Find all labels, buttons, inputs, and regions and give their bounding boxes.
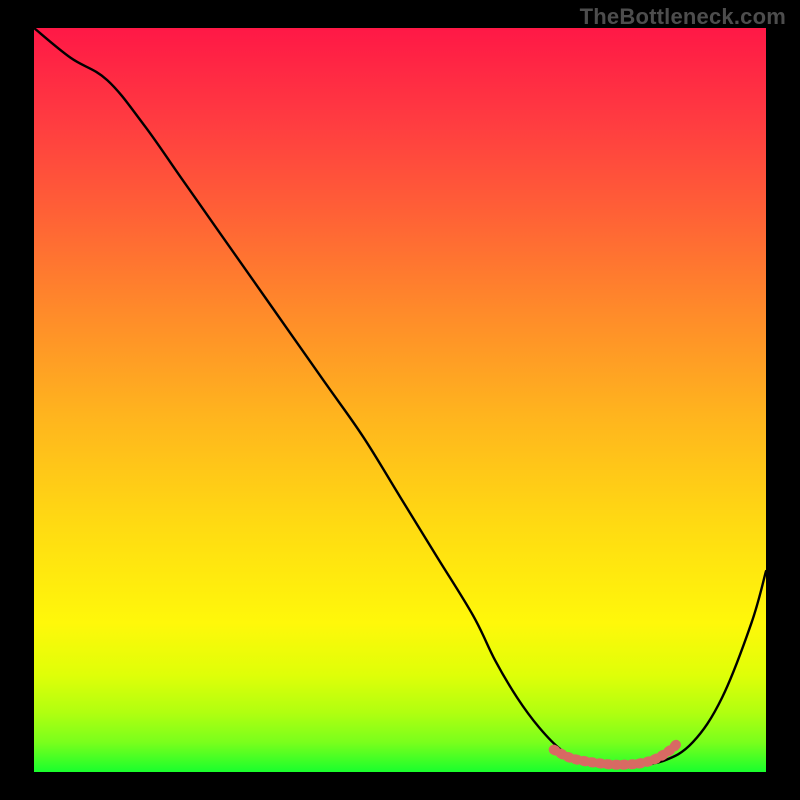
chart-frame: TheBottleneck.com	[0, 0, 800, 800]
watermark-text: TheBottleneck.com	[580, 4, 786, 30]
curve-layer	[34, 28, 766, 772]
plot-area	[34, 28, 766, 772]
flat-highlight	[554, 742, 678, 765]
main-curve	[34, 28, 766, 765]
